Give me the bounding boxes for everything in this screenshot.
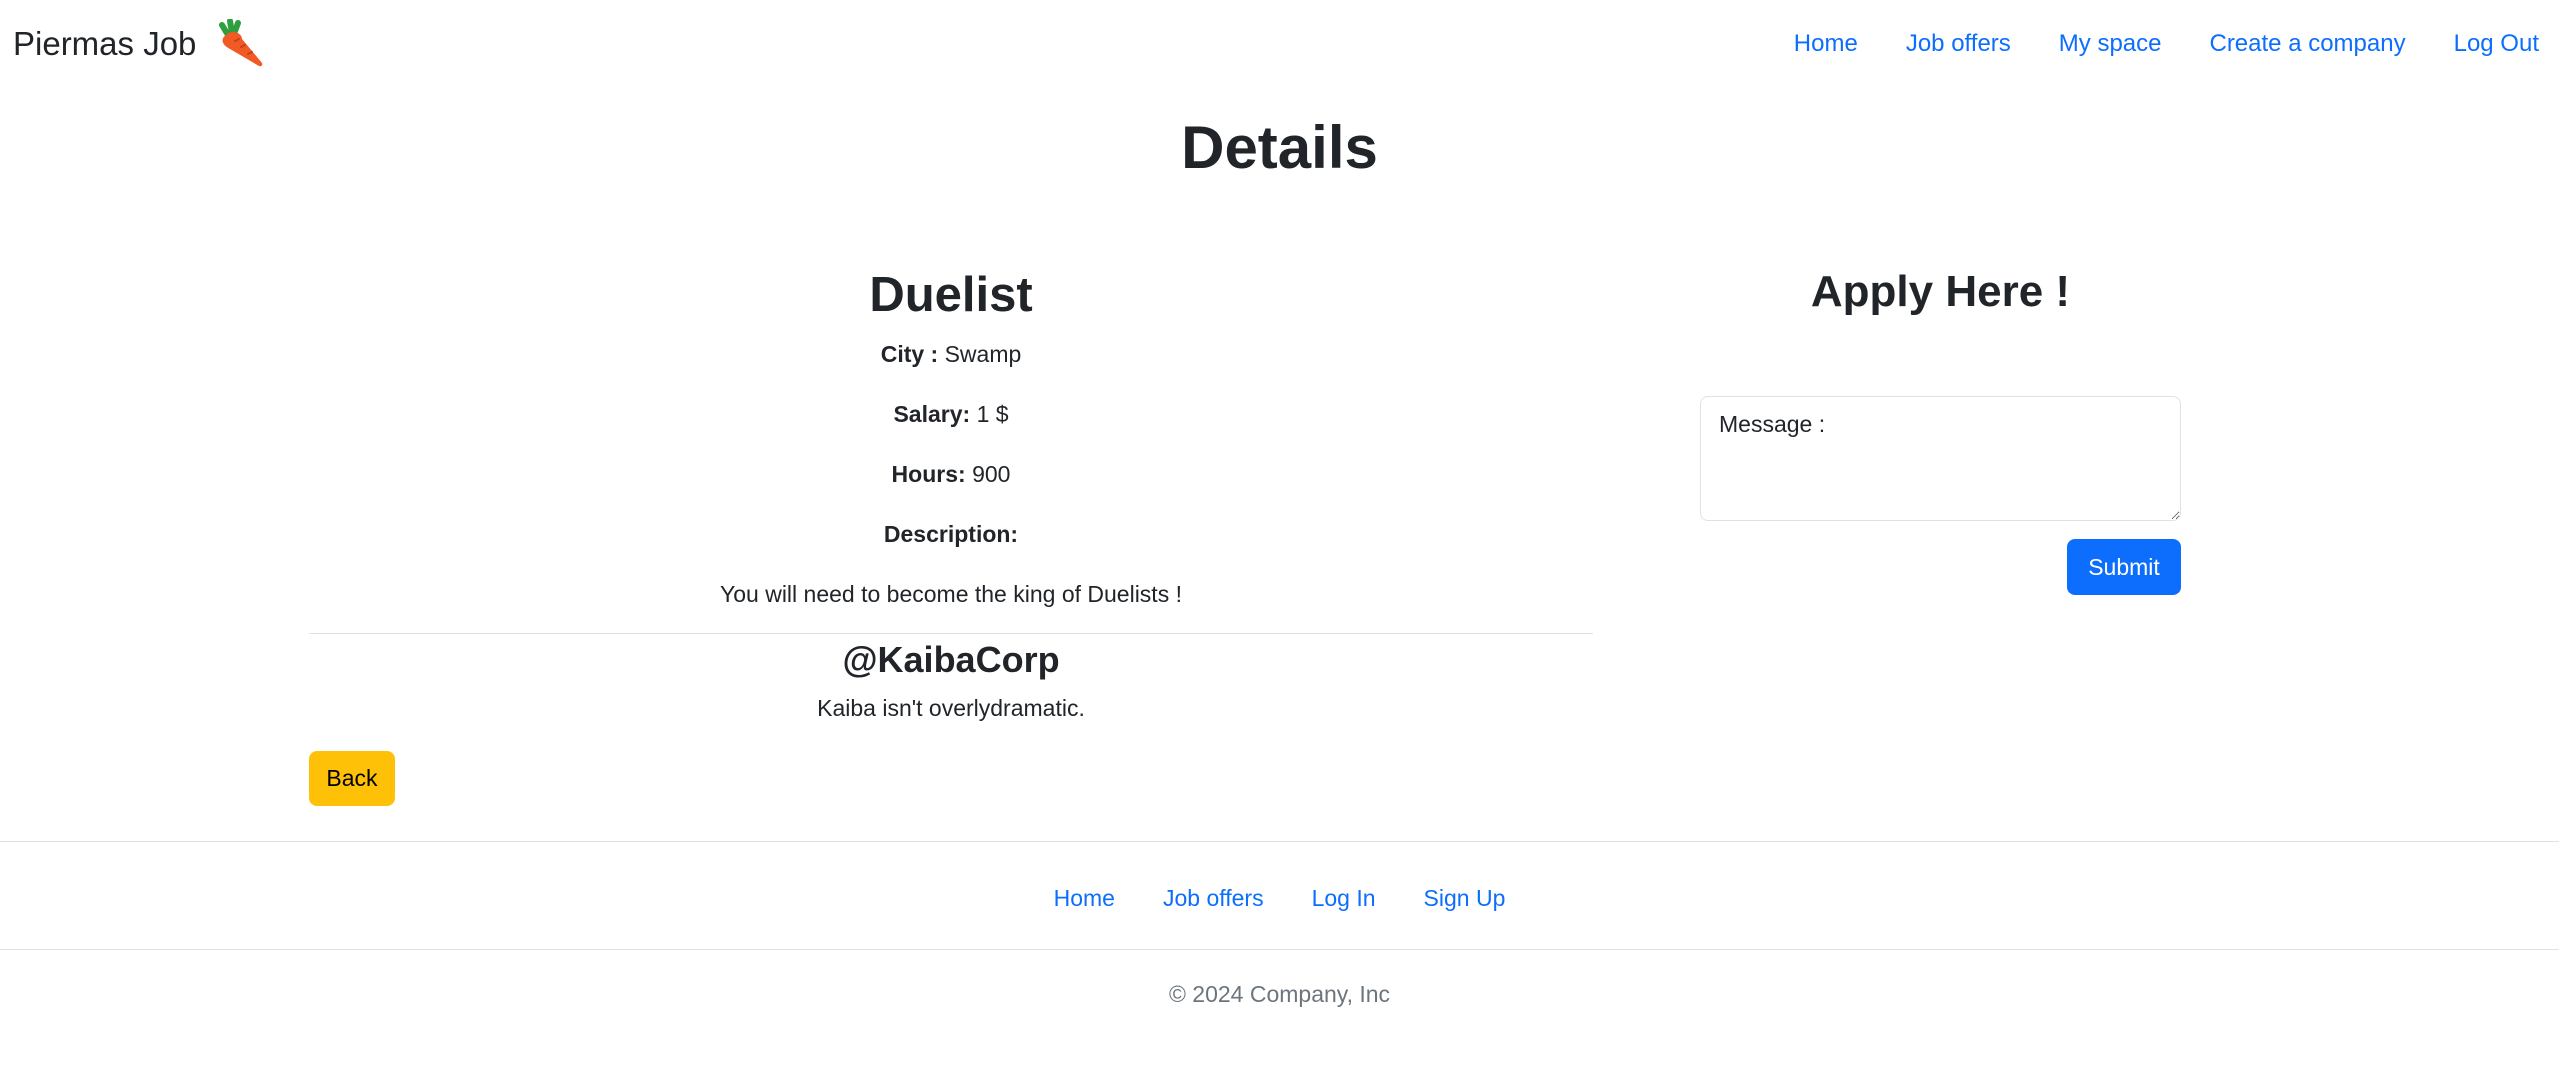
- nav-home-link[interactable]: Home: [1794, 30, 1858, 58]
- job-hours: Hours: 900: [309, 455, 1593, 515]
- nav-my-space-link[interactable]: My space: [2059, 30, 2162, 58]
- top-navbar: Piermas Job Home Job offers My space Cre…: [0, 0, 2559, 88]
- footer-job-offers-link[interactable]: Job offers: [1163, 885, 1264, 912]
- submit-button[interactable]: Submit: [2067, 539, 2181, 595]
- job-details: Duelist City : Swamp Salary: 1 $ Hours: …: [309, 255, 1593, 721]
- nav-links: Home Job offers My space Create a compan…: [1746, 22, 2539, 66]
- salary-label: Salary:: [893, 401, 971, 427]
- footer-links: Home Job offers Log In Sign Up: [0, 876, 2559, 920]
- job-description-heading: Description:: [309, 515, 1593, 575]
- copyright-text: © 2024 Company, Inc: [1168, 981, 1391, 1007]
- nav-create-company-link[interactable]: Create a company: [2209, 30, 2405, 58]
- company-description: Kaiba isn't overlydramatic.: [817, 695, 1085, 721]
- apply-title: Apply Here !: [1810, 267, 2071, 316]
- hours-label: Hours:: [891, 461, 966, 487]
- footer-divider-top: [0, 841, 2559, 842]
- job-title: Duelist: [869, 268, 1033, 322]
- city-value: Swamp: [944, 341, 1022, 367]
- nav-log-out-link[interactable]: Log Out: [2454, 30, 2539, 58]
- footer-divider-mid: [0, 949, 2559, 950]
- page-title: Details: [1181, 114, 1378, 181]
- carrot-icon: [208, 18, 266, 69]
- message-textarea[interactable]: [1700, 396, 2181, 521]
- footer-log-in-link[interactable]: Log In: [1312, 885, 1376, 912]
- footer-sign-up-link[interactable]: Sign Up: [1424, 885, 1506, 912]
- salary-value: 1 $: [976, 401, 1009, 427]
- hours-value: 900: [972, 461, 1011, 487]
- city-label: City :: [880, 341, 939, 367]
- description-label: Description:: [883, 521, 1019, 547]
- brand-link[interactable]: Piermas Job: [13, 16, 266, 72]
- job-description: You will need to become the king of Duel…: [720, 581, 1182, 607]
- company-name: @KaibaCorp: [842, 639, 1060, 680]
- nav-job-offers-link[interactable]: Job offers: [1906, 30, 2011, 58]
- job-salary: Salary: 1 $: [309, 395, 1593, 455]
- job-city: City : Swamp: [309, 335, 1593, 395]
- back-button[interactable]: Back: [309, 751, 395, 806]
- brand-name: Piermas Job: [13, 25, 197, 62]
- footer-home-link[interactable]: Home: [1054, 885, 1115, 912]
